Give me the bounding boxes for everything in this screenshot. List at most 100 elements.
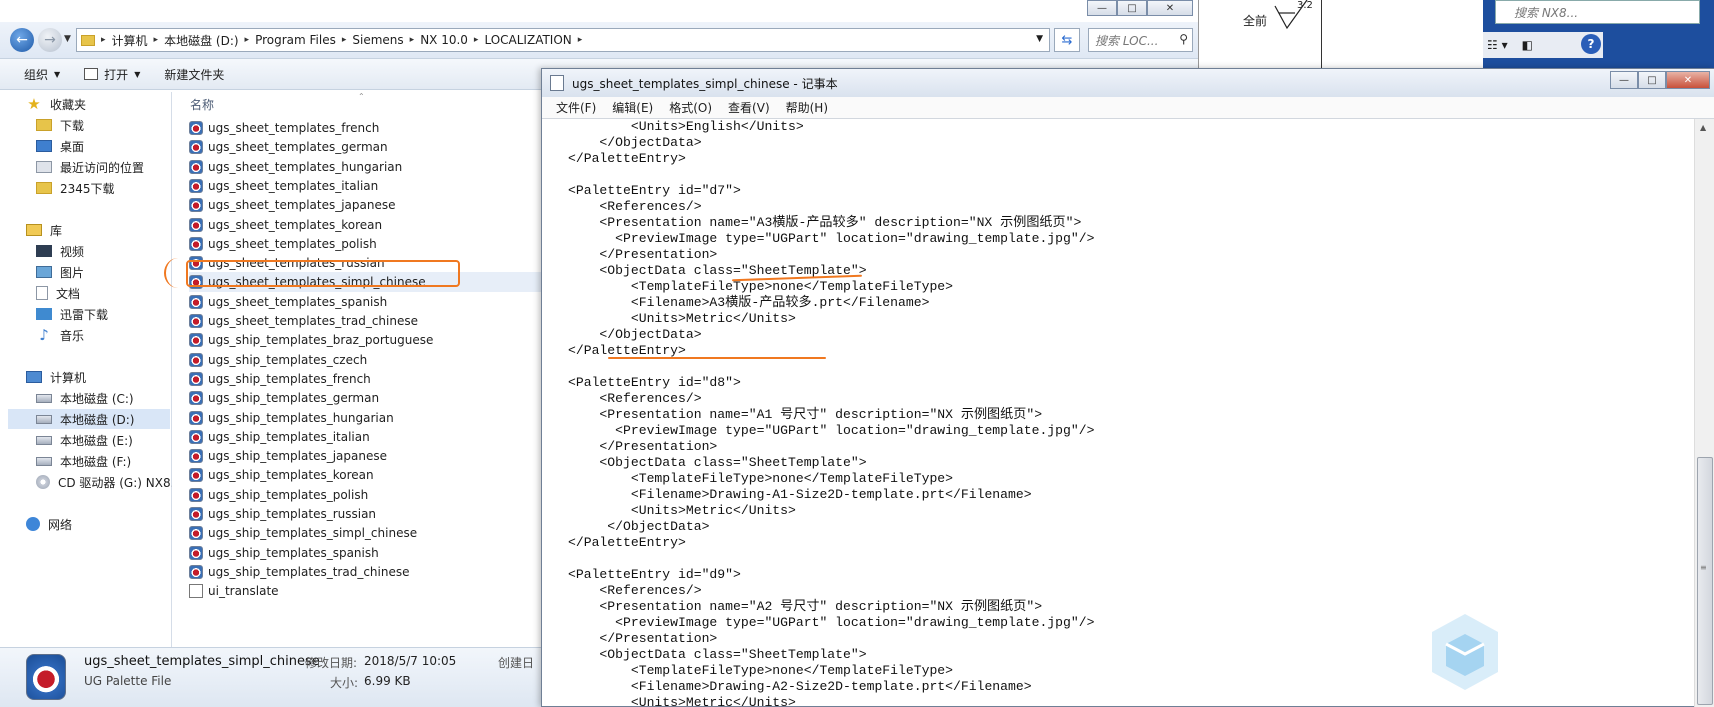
file-row[interactable]: ugs_ship_templates_trad_chinese <box>189 562 549 582</box>
file-row[interactable]: ugs_sheet_templates_italian <box>189 176 549 196</box>
file-row[interactable]: ugs_sheet_templates_polish <box>189 234 549 254</box>
breadcrumb-separator[interactable]: ▸ <box>474 35 479 45</box>
nav-videos[interactable]: 视频 <box>36 241 84 261</box>
nav-label: 图片 <box>60 265 85 280</box>
file-row[interactable]: ugs_sheet_templates_japanese <box>189 195 549 215</box>
music-icon: ♪ <box>39 326 49 344</box>
menu-file[interactable]: 文件(F) <box>556 99 596 116</box>
nav-libraries[interactable]: 库 <box>26 220 62 240</box>
layout-icon[interactable]: ◧ <box>1522 38 1533 52</box>
file-row[interactable]: ugs_sheet_templates_french <box>189 118 549 138</box>
file-name: ugs_sheet_templates_korean <box>208 217 383 232</box>
nav-drive-g[interactable]: CD 驱动器 (G:) NX8. <box>36 472 174 492</box>
vertical-scrollbar[interactable]: ▲ ≡ <box>1694 119 1714 707</box>
nav-music[interactable]: ♪ 音乐 <box>36 325 84 345</box>
file-row[interactable]: ugs_sheet_templates_trad_chinese <box>189 311 549 331</box>
notepad-text-area[interactable]: <Units>English</Units> </ObjectData> </P… <box>542 119 1694 707</box>
nav-network[interactable]: 网络 <box>26 514 72 534</box>
breadcrumb-item[interactable]: NX 10.0 <box>420 33 468 47</box>
nx-search-input[interactable]: 搜索 NX8... <box>1495 0 1700 24</box>
nav-downloads[interactable]: 下载 <box>36 115 84 135</box>
nav-thunder-downloads[interactable]: 迅雷下载 <box>36 304 108 324</box>
refresh-icon[interactable]: ⇆ <box>1054 28 1080 52</box>
scrollbar-thumb[interactable] <box>1697 457 1713 705</box>
forward-button[interactable]: → <box>38 28 62 52</box>
address-dropdown-icon[interactable]: ▼ <box>1036 34 1043 44</box>
breadcrumb-item[interactable]: 本地磁盘 (D:) <box>164 32 238 49</box>
nav-pictures[interactable]: 图片 <box>36 262 84 282</box>
file-row[interactable]: ugs_ship_templates_french <box>189 369 549 389</box>
file-row[interactable]: ugs_sheet_templates_spanish <box>189 292 549 312</box>
close-button[interactable]: ✕ <box>1147 0 1193 16</box>
file-row[interactable]: ugs_ship_templates_japanese <box>189 446 549 466</box>
nav-drive-f[interactable]: 本地磁盘 (F:) <box>36 451 131 471</box>
address-bar[interactable]: ▸ 计算机 ▸ 本地磁盘 (D:) ▸ Program Files ▸ Siem… <box>76 28 1050 52</box>
menu-help[interactable]: 帮助(H) <box>786 99 828 116</box>
file-row[interactable]: ugs_ship_templates_simpl_chinese <box>189 523 549 543</box>
file-row[interactable]: ugs_ship_templates_braz_portuguese <box>189 330 549 350</box>
file-row[interactable]: ugs_ship_templates_czech <box>189 350 549 370</box>
file-row[interactable]: ugs_ship_templates_italian <box>189 427 549 447</box>
breadcrumb-separator[interactable]: ▸ <box>578 35 583 45</box>
nav-drive-e[interactable]: 本地磁盘 (E:) <box>36 430 133 450</box>
open-button[interactable]: 打开 ▼ <box>84 66 140 83</box>
file-name: ugs_ship_templates_polish <box>208 487 369 502</box>
nav-drive-d[interactable]: 本地磁盘 (D:) <box>8 409 170 429</box>
close-button[interactable]: ✕ <box>1666 71 1710 89</box>
file-row[interactable]: ugs_ship_templates_german <box>189 388 549 408</box>
breadcrumb-item[interactable]: LOCALIZATION <box>484 33 571 47</box>
nav-recent[interactable]: 最近访问的位置 <box>36 157 144 177</box>
breadcrumb-item[interactable]: 计算机 <box>112 32 148 49</box>
maximize-button[interactable]: □ <box>1117 0 1147 16</box>
file-row[interactable]: ugs_ship_templates_spanish <box>189 543 549 563</box>
breadcrumb-separator[interactable]: ▸ <box>101 35 106 45</box>
menu-view[interactable]: 查看(V) <box>728 99 770 116</box>
help-icon[interactable]: ? <box>1581 34 1601 54</box>
search-input[interactable]: 搜索 LOC... ⚲ <box>1088 28 1193 52</box>
recent-pages-dropdown-icon[interactable]: ▼ <box>64 34 71 44</box>
search-icon[interactable]: ⚲ <box>1179 32 1188 46</box>
column-header-name[interactable]: 名称 <box>190 96 214 113</box>
menu-icon[interactable]: ☷ ▾ <box>1487 38 1508 52</box>
breadcrumb-item[interactable]: Program Files <box>255 33 336 47</box>
menu-format[interactable]: 格式(O) <box>669 99 712 116</box>
menu-edit[interactable]: 编辑(E) <box>612 99 653 116</box>
surface-finish-symbol-icon <box>1274 0 1308 30</box>
nav-label: 2345下载 <box>60 181 115 196</box>
nav-documents[interactable]: 文档 <box>36 283 80 303</box>
file-name: ugs_ship_templates_italian <box>208 429 370 444</box>
file-row[interactable]: ugs_ship_templates_polish <box>189 485 549 505</box>
file-row[interactable]: ui_translate <box>189 581 549 601</box>
nav-drive-c[interactable]: 本地磁盘 (C:) <box>36 388 134 408</box>
file-row[interactable]: ugs_ship_templates_hungarian <box>189 408 549 428</box>
scroll-up-icon[interactable]: ▲ <box>1700 123 1706 132</box>
breadcrumb-separator[interactable]: ▸ <box>410 35 415 45</box>
nav-favorites[interactable]: ★ 收藏夹 <box>26 94 86 114</box>
file-row[interactable]: ugs_sheet_templates_german <box>189 137 549 157</box>
minimize-button[interactable]: — <box>1087 0 1117 16</box>
new-folder-button[interactable]: 新建文件夹 <box>164 66 224 83</box>
file-row[interactable]: ugs_sheet_templates_korean <box>189 215 549 235</box>
breadcrumb-separator[interactable]: ▸ <box>342 35 347 45</box>
file-row[interactable]: ugs_sheet_templates_hungarian <box>189 157 549 177</box>
navigation-pane: ★ 收藏夹 下载 桌面 最近访问的位置 2345下载 库 视频 图片 文档 迅雷下… <box>0 92 174 647</box>
ug-palette-file-icon <box>189 178 203 193</box>
minimize-button[interactable]: — <box>1610 71 1638 89</box>
back-button[interactable]: ← <box>10 28 34 52</box>
maximize-button[interactable]: □ <box>1638 71 1666 89</box>
nav-computer[interactable]: 计算机 <box>26 367 86 387</box>
ug-palette-file-icon <box>189 198 203 213</box>
organize-button[interactable]: 组织 ▼ <box>24 66 60 83</box>
ug-palette-file-icon <box>189 236 203 251</box>
notepad-title: ugs_sheet_templates_simpl_chinese - 记事本 <box>572 76 838 91</box>
nav-2345-downloads[interactable]: 2345下载 <box>36 178 115 198</box>
breadcrumb-separator[interactable]: ▸ <box>245 35 250 45</box>
ug-palette-file-icon <box>189 159 203 174</box>
file-row[interactable]: ugs_ship_templates_russian <box>189 504 549 524</box>
details-size-label: 大小: <box>330 676 359 690</box>
file-row[interactable]: ugs_ship_templates_korean <box>189 465 549 485</box>
breadcrumb-item[interactable]: Siemens <box>352 33 403 47</box>
nav-desktop[interactable]: 桌面 <box>36 136 84 156</box>
breadcrumb-separator[interactable]: ▸ <box>154 35 159 45</box>
file-name: ugs_sheet_templates_japanese <box>208 198 396 213</box>
